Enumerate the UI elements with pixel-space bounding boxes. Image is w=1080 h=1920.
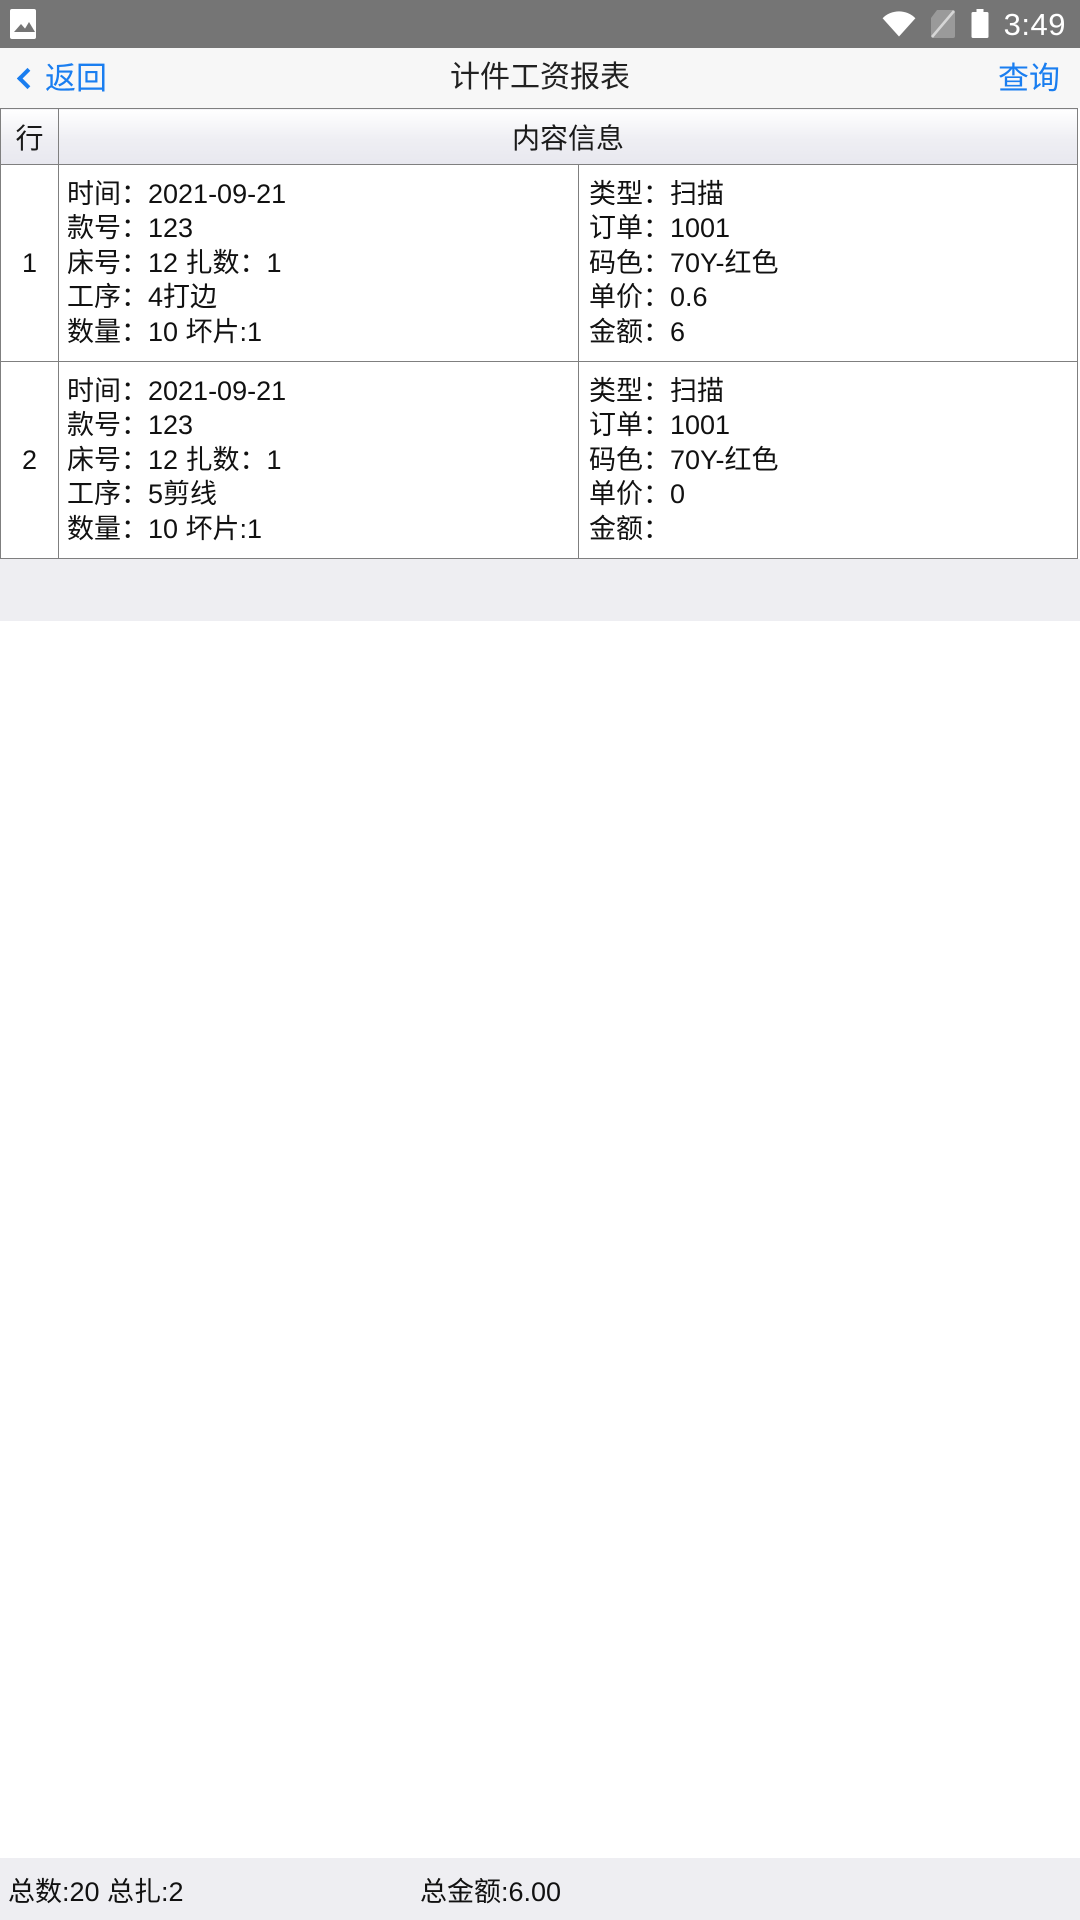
- back-button[interactable]: 返回: [16, 60, 107, 96]
- status-bar-left: [10, 9, 36, 39]
- report-table-container: 行 内容信息 1 时间：2021-09-21 款号：123 床号：12 扎数：1…: [0, 108, 1080, 622]
- field-process: 工序：5剪线: [67, 479, 218, 510]
- row-content: 时间：2021-09-21 款号：123 床号：12 扎数：1 工序：5剪线 数…: [58, 361, 1078, 560]
- gallery-icon: [10, 9, 36, 39]
- table-body: 1 时间：2021-09-21 款号：123 床号：12 扎数：1 工序：4打边…: [0, 163, 1078, 560]
- field-size-color: 码色：70Y-红色: [589, 444, 779, 475]
- page-title: 计件工资报表: [450, 61, 630, 94]
- row-content-left: 时间：2021-09-21 款号：123 床号：12 扎数：1 工序：5剪线 数…: [59, 362, 579, 559]
- field-date: 时间：2021-09-21: [67, 376, 287, 407]
- navigation-bar: 返回 计件工资报表 查询: [0, 48, 1080, 108]
- field-quantity: 数量：10 坏片:1: [67, 513, 263, 544]
- battery-icon: [970, 9, 990, 39]
- field-style-no: 款号：123: [67, 213, 194, 244]
- empty-content-area: [0, 621, 1080, 1858]
- wifi-icon: [882, 11, 916, 37]
- table-head: 行 内容信息: [0, 108, 1078, 165]
- field-quantity: 数量：10 坏片:1: [67, 316, 263, 347]
- status-bar-clock: 3:49: [1003, 6, 1066, 42]
- report-table: 行 内容信息 1 时间：2021-09-21 款号：123 床号：12 扎数：1…: [0, 108, 1078, 560]
- row-content-right: 类型：扫描 订单：1001 码色：70Y-红色 单价：0.6 金额：6: [579, 165, 1077, 361]
- back-button-label: 返回: [45, 60, 107, 96]
- field-type: 类型：扫描: [589, 376, 724, 407]
- table-row[interactable]: 2 时间：2021-09-21 款号：123 床号：12 扎数：1 工序：5剪线…: [0, 361, 1078, 560]
- field-amount: 金额：: [589, 513, 670, 544]
- column-header-index: 行: [0, 108, 59, 165]
- field-order: 订单：1001: [589, 410, 731, 441]
- query-button[interactable]: 查询: [998, 63, 1060, 94]
- field-style-no: 款号：123: [67, 410, 194, 441]
- field-type: 类型：扫描: [589, 179, 724, 209]
- sim-card-off-icon: [930, 9, 956, 39]
- field-size-color: 码色：70Y-红色: [589, 247, 779, 278]
- row-content-right: 类型：扫描 订单：1001 码色：70Y-红色 单价：0 金额：: [579, 362, 1077, 558]
- table-bottom-filler: [0, 559, 1080, 622]
- summary-amount: 总金额:6.00: [420, 1876, 562, 1907]
- status-bar: 3:49: [0, 0, 1080, 48]
- app-screen: 3:49 返回 计件工资报表 查询 行 内容信息 1 时间：2021-09-21…: [0, 0, 1080, 1920]
- field-unit-price: 单价：0.6: [589, 282, 708, 313]
- field-unit-price: 单价：0: [589, 479, 686, 510]
- summary-bar: 总数:20 总扎:2 总金额:6.00: [0, 1858, 1080, 1920]
- status-bar-right: 3:49: [882, 9, 1066, 40]
- field-process: 工序：4打边: [67, 282, 218, 313]
- field-date: 时间：2021-09-21: [67, 179, 287, 209]
- table-row[interactable]: 1 时间：2021-09-21 款号：123 床号：12 扎数：1 工序：4打边…: [0, 163, 1078, 363]
- field-order: 订单：1001: [589, 213, 731, 244]
- table-header-row: 行 内容信息: [0, 108, 1078, 165]
- column-header-content: 内容信息: [58, 108, 1078, 165]
- field-amount: 金额：6: [589, 316, 686, 347]
- row-index: 1: [0, 163, 59, 363]
- row-content-left: 时间：2021-09-21 款号：123 床号：12 扎数：1 工序：4打边 数…: [59, 165, 579, 362]
- chevron-left-icon: [16, 67, 39, 89]
- field-bed-bundle: 床号：12 扎数：1: [67, 444, 282, 475]
- summary-totals: 总数:20 总扎:2: [8, 1876, 184, 1907]
- row-index: 2: [0, 361, 59, 560]
- field-bed-bundle: 床号：12 扎数：1: [67, 247, 282, 278]
- row-content: 时间：2021-09-21 款号：123 床号：12 扎数：1 工序：4打边 数…: [58, 163, 1078, 363]
